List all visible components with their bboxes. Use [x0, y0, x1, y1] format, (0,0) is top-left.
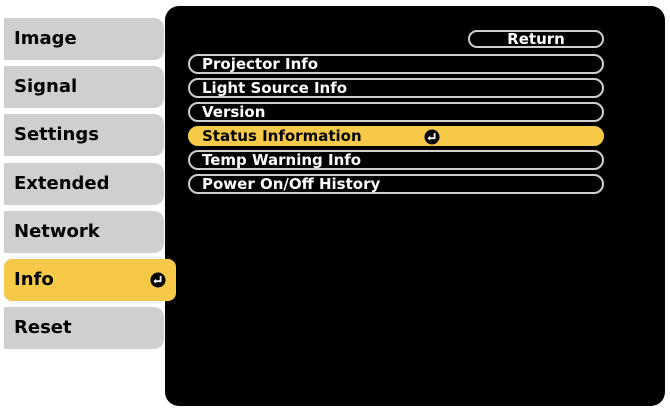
return-label: Return [507, 30, 565, 48]
tab-label: Settings [14, 124, 99, 145]
menu-item-light-source-info[interactable]: Light Source Info [188, 78, 604, 98]
menu-item-version[interactable]: Version [188, 102, 604, 122]
projector-osd-menu: Image Signal Settings Extended Network I… [0, 0, 670, 409]
tab-label: Extended [14, 173, 110, 194]
menu-item-temp-warning-info[interactable]: Temp Warning Info [188, 150, 604, 170]
tab-extended[interactable]: Extended [4, 163, 164, 205]
tab-network[interactable]: Network [4, 211, 164, 253]
tab-info[interactable]: Info [4, 259, 176, 301]
menu-item-label: Power On/Off History [202, 175, 381, 193]
tab-signal[interactable]: Signal [4, 66, 164, 108]
tab-image[interactable]: Image [4, 18, 164, 60]
tab-settings[interactable]: Settings [4, 114, 164, 156]
menu-item-label: Temp Warning Info [202, 151, 362, 169]
tab-label: Info [14, 269, 54, 290]
tab-label: Image [14, 28, 77, 49]
enter-icon [424, 129, 440, 145]
menu-item-power-on-off-history[interactable]: Power On/Off History [188, 174, 604, 194]
tab-label: Signal [14, 76, 78, 97]
menu-item-label: Projector Info [202, 55, 319, 73]
tab-reset[interactable]: Reset [4, 307, 164, 349]
tab-label: Network [14, 221, 100, 242]
return-button[interactable]: Return [468, 30, 604, 48]
menu-item-label: Light Source Info [202, 79, 348, 97]
menu-item-label: Status Information [202, 127, 362, 145]
menu-item-projector-info[interactable]: Projector Info [188, 54, 604, 74]
enter-icon [150, 272, 166, 288]
tab-label: Reset [14, 317, 72, 338]
menu-item-label: Version [202, 103, 266, 121]
menu-item-status-information[interactable]: Status Information [188, 126, 604, 146]
